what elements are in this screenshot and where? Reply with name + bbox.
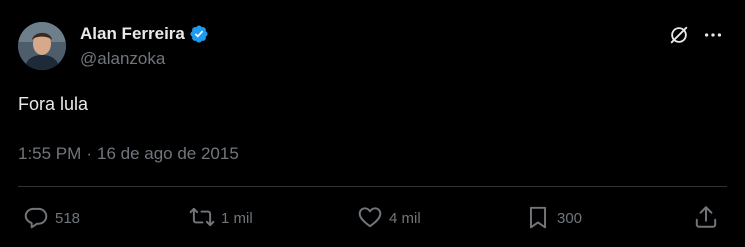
retweet-count: 1 mil bbox=[221, 210, 253, 227]
reply-button[interactable]: 518 bbox=[23, 204, 80, 234]
author-name[interactable]: Alan Ferreira bbox=[80, 24, 185, 44]
bookmark-count: 300 bbox=[557, 210, 583, 227]
tweet-meta: 1:55 PM · 16 de ago de 2015 bbox=[18, 143, 239, 165]
verified-badge-icon bbox=[189, 24, 209, 44]
tweet-date[interactable]: 16 de ago de 2015 bbox=[97, 143, 239, 165]
like-button[interactable]: 4 mil bbox=[357, 204, 421, 234]
action-bar: 518 1 mil 4 mil 300 bbox=[0, 200, 745, 234]
like-count: 4 mil bbox=[389, 210, 421, 227]
tweet-time[interactable]: 1:55 PM bbox=[18, 143, 81, 165]
heart-icon bbox=[357, 204, 383, 234]
author-info: Alan Ferreira @alanzoka bbox=[80, 24, 209, 69]
reply-icon bbox=[23, 204, 49, 234]
retweet-icon bbox=[189, 204, 215, 234]
meta-separator: · bbox=[86, 144, 92, 163]
bookmark-icon bbox=[525, 204, 551, 234]
share-icon bbox=[693, 204, 719, 234]
bookmark-button[interactable]: 300 bbox=[525, 204, 582, 234]
retweet-button[interactable]: 1 mil bbox=[189, 204, 253, 234]
reply-count: 518 bbox=[55, 210, 81, 227]
divider bbox=[18, 186, 727, 187]
grok-icon[interactable] bbox=[668, 24, 690, 46]
avatar[interactable] bbox=[18, 22, 66, 70]
more-icon[interactable] bbox=[702, 24, 724, 46]
tweet-card: Alan Ferreira @alanzoka Fora lula 1:55 P… bbox=[0, 0, 745, 247]
tweet-text: Fora lula bbox=[18, 94, 89, 114]
share-button[interactable] bbox=[693, 204, 719, 234]
avatar-image bbox=[18, 22, 66, 70]
author-handle[interactable]: @alanzoka bbox=[80, 49, 209, 69]
